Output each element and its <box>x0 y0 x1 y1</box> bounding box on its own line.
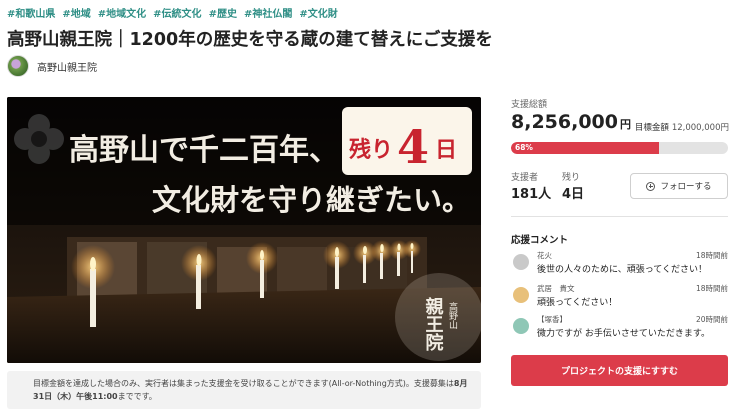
avatar <box>513 254 529 270</box>
comment-item[interactable]: 【塚香】 20時間前 微力ですが お手伝いさせていただきます。 <box>511 314 728 342</box>
svg-text:親王院: 親王院 <box>423 296 444 351</box>
goal-amount: 目標金額 12,000,000円 <box>634 123 729 133</box>
hero-image: 高野山で千二百年、 文化財を守り継ぎたい。 残り 4 日 高野山 親王院 <box>7 97 481 363</box>
tag-link[interactable]: #歴史 <box>209 5 237 20</box>
total-amount: 8,256,000 円 <box>511 111 631 133</box>
svg-text:4: 4 <box>397 120 429 174</box>
tag-list: #和歌山県 #地域 #地域文化 #伝統文化 #歴史 #神社仏閣 #文化財 <box>7 5 338 20</box>
tag-link[interactable]: #文化財 <box>299 5 337 20</box>
days-left-value: 4日 <box>562 187 585 202</box>
notice-text-end: までです。 <box>117 392 157 401</box>
avatar <box>513 287 529 303</box>
comment-text: 頑張ってください！ <box>537 298 618 308</box>
comment-time: 18時間前 <box>695 284 728 293</box>
tag-link[interactable]: #神社仏閣 <box>244 5 292 20</box>
svg-text:高野山: 高野山 <box>447 301 458 329</box>
follow-label: フォローする <box>660 182 712 192</box>
avatar <box>513 318 529 334</box>
page-title: 高野山親王院｜1200年の歴史を守る蔵の建て替えにご支援を <box>7 30 493 50</box>
owner-name[interactable]: 高野山親王院 <box>37 59 97 74</box>
comment-text: 微力ですが お手伝いさせていただきます。 <box>537 329 710 339</box>
follow-button[interactable]: フォローする <box>630 173 728 199</box>
comment-author: 武居 貴文 <box>537 284 575 293</box>
hero-line1: 高野山で千二百年、 <box>69 133 339 168</box>
comment-author: 花火 <box>537 251 552 260</box>
progress-bar: 68% <box>511 142 728 154</box>
owner[interactable]: 高野山親王院 <box>7 55 97 77</box>
comment-item[interactable]: 武居 貴文 18時間前 頑張ってください！ <box>511 283 728 311</box>
comments-heading: 応援コメント <box>511 235 569 246</box>
temple-seal: 高野山 親王院 <box>395 273 481 361</box>
funding-notice: 目標金額を達成した場合のみ、実行者は集まった支援金を受け取ることができます(Al… <box>7 371 481 409</box>
comment-text: 後世の人々のために、頑張ってください！ <box>537 265 708 275</box>
hero-graphic: 高野山で千二百年、 文化財を守り継ぎたい。 残り 4 日 高野山 親王院 <box>7 97 481 363</box>
progress-label: 68% <box>515 143 533 152</box>
total-label: 支援総額 <box>511 100 548 110</box>
support-project-button[interactable]: プロジェクトの支援にすすむ <box>511 355 728 386</box>
supporters-value: 181人 <box>511 187 552 202</box>
comment-author: 【塚香】 <box>537 315 567 324</box>
tag-link[interactable]: #和歌山県 <box>7 5 55 20</box>
svg-text:日: 日 <box>435 137 457 163</box>
days-left-label: 残り <box>562 173 581 183</box>
plus-circle-icon <box>646 181 656 191</box>
days-left-badge: 残り 4 日 <box>342 107 472 175</box>
comment-time: 20時間前 <box>695 315 728 324</box>
comment-time: 18時間前 <box>695 251 728 260</box>
avatar[interactable] <box>7 55 29 77</box>
tag-link[interactable]: #地域 <box>62 5 90 20</box>
tag-link[interactable]: #地域文化 <box>98 5 146 20</box>
supporters-label: 支援者 <box>511 173 539 183</box>
notice-text: 目標金額を達成した場合のみ、実行者は集まった支援金を受け取ることができます(Al… <box>33 379 454 388</box>
comment-item[interactable]: 花火 18時間前 後世の人々のために、頑張ってください！ <box>511 250 728 278</box>
tag-link[interactable]: #伝統文化 <box>153 5 201 20</box>
svg-text:残り: 残り <box>349 137 393 163</box>
hero-line2: 文化財を守り継ぎたい。 <box>152 183 471 217</box>
divider <box>511 216 728 217</box>
